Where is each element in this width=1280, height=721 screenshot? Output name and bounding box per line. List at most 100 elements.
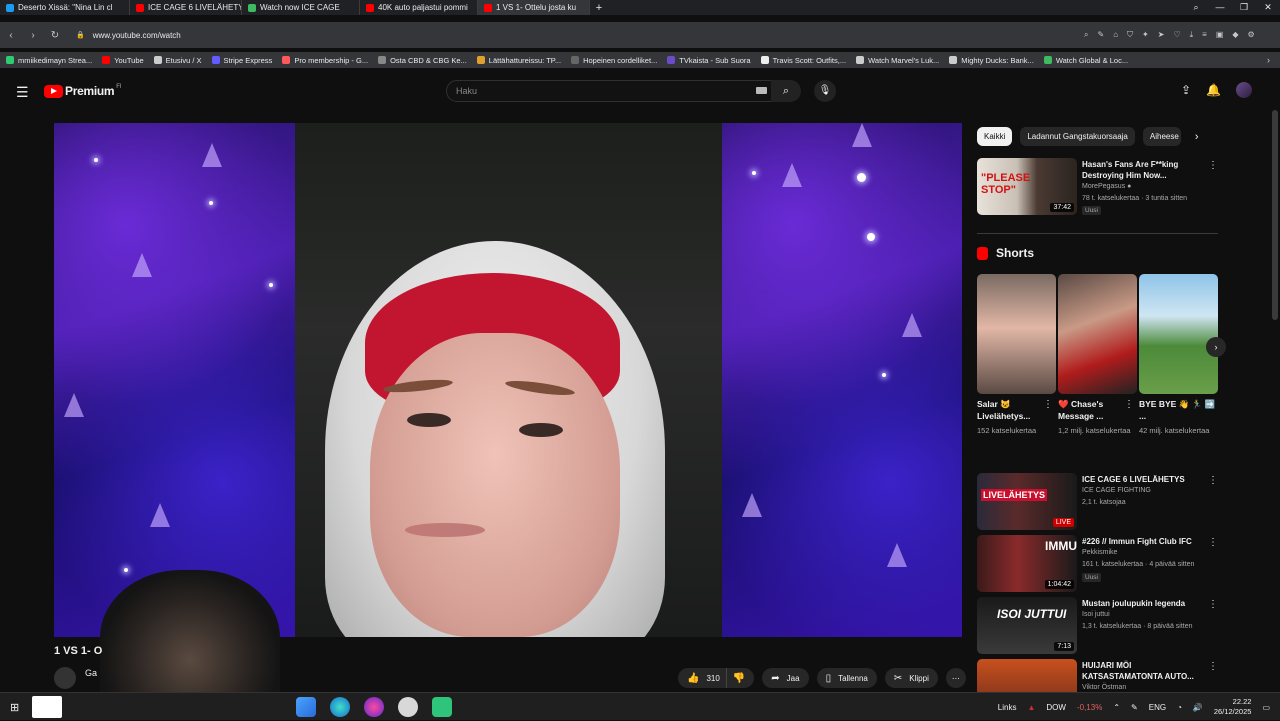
notifications-bell-icon[interactable]: 🔔 (1206, 83, 1221, 97)
youtube-premium-logo[interactable]: Premium FI (44, 84, 122, 98)
more-vertical-icon[interactable]: ⋮ (1208, 475, 1218, 486)
short-thumbnail[interactable] (977, 274, 1056, 394)
send-icon[interactable]: ➤ (1158, 30, 1165, 40)
bookmark-item[interactable]: Watch Global & Loc... (1043, 56, 1128, 65)
edit-icon[interactable]: ✎ (1097, 30, 1104, 40)
menu-icon[interactable]: ≡ (1202, 30, 1207, 40)
zoom-icon[interactable]: ⌕ (1084, 30, 1088, 40)
vpn-icon[interactable]: ◆ (1232, 30, 1238, 40)
chip-related[interactable]: Aiheese (1142, 127, 1181, 146)
settings-app-icon[interactable] (398, 697, 418, 717)
url-field[interactable]: 🔒 www.youtube.com/watch (70, 25, 1060, 45)
recommended-video[interactable]: ISOI JUTTUI 7:13 Mustan joulupukin legen… (977, 597, 1218, 655)
browser-tab[interactable]: Deserto Xissä: "Nina Lin cl (0, 0, 130, 15)
chip-all[interactable]: Kaikki (977, 127, 1013, 146)
search-input[interactable]: Haku (446, 80, 776, 102)
browser-tab-active[interactable]: 1 VS 1- Ottelu josta ku (478, 0, 590, 15)
opera-browser-icon[interactable] (364, 697, 384, 717)
wallet-icon[interactable]: ▣ (1216, 30, 1224, 40)
shield-icon[interactable]: ⛉ (1127, 30, 1133, 40)
keyboard-icon[interactable] (756, 87, 767, 94)
bookmark-item[interactable]: Travis Scott: Outfits,... (760, 56, 846, 65)
share-button[interactable]: ➦ Jaa (762, 668, 809, 688)
more-vertical-icon[interactable]: ⋮ (1208, 599, 1218, 610)
video-player[interactable] (54, 123, 962, 637)
shorts-next-button[interactable]: › (1206, 337, 1226, 357)
short-thumbnail[interactable] (1139, 274, 1218, 394)
settings-icon[interactable]: ⚙ (1248, 30, 1255, 40)
bookmark-favicon-icon (1043, 56, 1052, 64)
more-vertical-icon[interactable]: ⋮ (1208, 537, 1218, 548)
channel-name[interactable]: Ga (85, 668, 97, 678)
ticker-symbol[interactable]: DOW (1046, 703, 1066, 712)
more-vertical-icon[interactable]: ⋮ (1043, 399, 1053, 410)
browser-tab[interactable]: 40K auto paljastui pommi (360, 0, 478, 15)
search-button[interactable]: ⌕ (771, 80, 801, 102)
recommended-video[interactable]: IMMU 1:04:42 #226 // Immun Fight Club IF… (977, 535, 1218, 593)
network-icon[interactable]: ◔ (1177, 703, 1182, 712)
notifications-icon[interactable]: ▭ (1262, 703, 1270, 712)
bookmark-item[interactable]: YouTube (102, 56, 144, 65)
back-icon[interactable]: ‹ (0, 30, 22, 41)
save-button[interactable]: ▯ Tallenna (816, 668, 877, 688)
recommended-video[interactable]: HUIJARI MÖI KATSASTAMATONTA AUTO... Vikt… (977, 659, 1217, 692)
browser-tab[interactable]: ICE CAGE 6 LIVELÄHETYS (130, 0, 242, 15)
download-icon[interactable]: ⤓ (1190, 30, 1194, 40)
windows-start-icon[interactable]: ⊞ (10, 701, 19, 714)
language-indicator[interactable]: ENG (1149, 703, 1166, 712)
voice-search-button[interactable]: 🎙 (814, 80, 836, 102)
extension-icon[interactable]: ✦ (1142, 30, 1149, 40)
hamburger-menu-icon[interactable]: ☰ (16, 84, 29, 101)
chip-uploaded-by[interactable]: Ladannut Gangstakuorsaaja (1020, 127, 1135, 146)
short-thumbnail[interactable] (1058, 274, 1137, 394)
like-button[interactable]: 👍 310 (678, 668, 726, 688)
edge-browser-icon[interactable] (330, 697, 350, 717)
tray-chevron-icon[interactable]: ⌃ (1113, 703, 1120, 712)
page-scrollbar[interactable] (1272, 110, 1278, 320)
bookmark-item[interactable]: mmiikedimayn Strea... (6, 56, 92, 65)
home-icon[interactable]: ⌂ (1113, 30, 1118, 40)
bookmark-item[interactable]: Hopeinen cordelliket... (571, 56, 657, 65)
chevron-right-icon[interactable]: › (1195, 131, 1199, 143)
recommended-video[interactable]: "PLEASE STOP" 37:42 Hasan's Fans Are F**… (977, 158, 1218, 216)
bookmarks-overflow-icon[interactable]: › (1267, 55, 1270, 65)
close-icon[interactable]: ✕ (1256, 0, 1280, 15)
short-info[interactable]: ❤️ Chase's Message ... 1,2 milj. katselu… (1058, 398, 1138, 436)
chat-app-icon[interactable] (432, 697, 452, 717)
account-avatar[interactable] (1236, 82, 1252, 98)
bookmark-item[interactable]: Watch Marvel's Luk... (856, 56, 939, 65)
system-clock[interactable]: 22.22 26/12/2025 (1214, 697, 1252, 717)
pen-icon[interactable]: ✎ (1131, 703, 1138, 712)
restore-icon[interactable]: ❐ (1232, 0, 1256, 15)
more-actions-button[interactable]: ⋯ (945, 668, 966, 688)
bookmark-item[interactable]: Pro membership - G... (282, 56, 368, 65)
upload-icon[interactable]: ⇪ (1181, 83, 1191, 97)
channel-avatar[interactable] (54, 667, 76, 689)
minimize-icon[interactable]: — (1208, 0, 1232, 15)
search-tabs-icon[interactable]: ⌕ (1184, 0, 1208, 15)
reload-icon[interactable]: ↻ (44, 30, 66, 41)
short-info[interactable]: Salar 😺 Livelähetys... 152 katselukertaa… (977, 398, 1057, 436)
bookmark-item[interactable]: TVkaista - Sub Suora (667, 56, 751, 65)
more-vertical-icon[interactable]: ⋮ (1205, 399, 1215, 410)
short-info[interactable]: BYE BYE 👋 🏃‍♂️ ➡️ ... 42 milj. katseluke… (1139, 398, 1219, 436)
clip-button[interactable]: ✂ Klippi (884, 668, 938, 688)
bookmark-item[interactable]: Stripe Express (211, 56, 272, 65)
links-label[interactable]: Links (998, 703, 1017, 712)
app-folder-icon[interactable] (296, 697, 316, 717)
bookmark-item[interactable]: Lättähattureissu: TP... (476, 56, 561, 65)
more-vertical-icon[interactable]: ⋮ (1124, 399, 1134, 410)
browser-tab[interactable]: Watch now ICE CAGE (242, 0, 360, 15)
more-vertical-icon[interactable]: ⋮ (1208, 661, 1217, 672)
more-vertical-icon[interactable]: ⋮ (1208, 160, 1218, 171)
bookmark-item[interactable]: Osta CBD & CBG Ke... (378, 56, 467, 65)
forward-icon[interactable]: › (22, 30, 44, 41)
dislike-button[interactable]: 👎 (725, 668, 755, 688)
taskbar-search[interactable] (32, 696, 62, 718)
bookmark-item[interactable]: Etusivu / X (153, 56, 202, 65)
favorite-icon[interactable]: ♡ (1173, 30, 1180, 40)
volume-icon[interactable]: 🔊 (1193, 703, 1203, 712)
bookmark-item[interactable]: Mighty Ducks: Bank... (949, 56, 1034, 65)
new-tab-button[interactable]: + (590, 2, 608, 14)
recommended-video[interactable]: LIVELÄHETYS LIVE ICE CAGE 6 LIVELÄHETYS … (977, 473, 1218, 531)
